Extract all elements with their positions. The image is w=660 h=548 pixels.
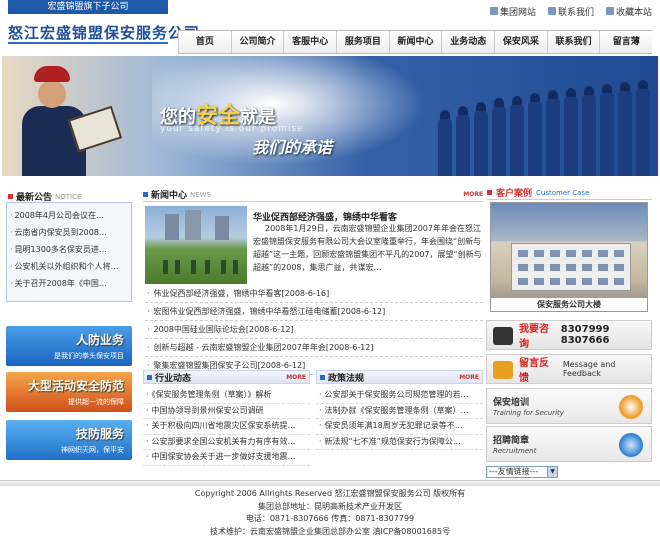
recruitment-box[interactable]: 招聘简章 Recruitment: [486, 426, 652, 462]
globe-icon: [619, 433, 643, 457]
news-more-link[interactable]: MORE: [463, 191, 483, 198]
nav-item-contact[interactable]: 联系我们: [546, 31, 600, 53]
message-feedback-box[interactable]: 留言反馈 Message and Feedback: [486, 354, 652, 384]
nav-item-news[interactable]: 新闻中心: [388, 31, 442, 53]
list-item[interactable]: 昆明1300多名保安员进…: [10, 241, 128, 258]
industry-list: 《保安服务管理条例（草案）》解析 中国协领导到景州保安公司调研 关于积极向四川省…: [143, 388, 310, 466]
news-feature-body: 2008年1月29日，云南宏盛锦盟企业集团2007年年会在怒江宏盛锦盟保安服务有…: [253, 224, 482, 272]
friend-links-select[interactable]: ---友情链接--- ▼: [486, 466, 558, 478]
service-civil-defense-button[interactable]: 人防业务 是我们的拳头保安项目: [6, 326, 132, 366]
nav-item-gallery[interactable]: 保安风采: [494, 31, 547, 53]
bullet-icon: [143, 192, 148, 197]
list-item[interactable]: 保安员须年满18周岁无犯罪记录等不…: [316, 419, 483, 435]
list-item[interactable]: 公安部要求全国公安机关有力有序有效…: [143, 435, 310, 450]
bullet-icon: [147, 374, 152, 380]
industry-more-link[interactable]: MORE: [286, 374, 306, 381]
bullet-icon: [320, 374, 325, 380]
list-item[interactable]: 《保安服务管理条例（草案）》解析: [143, 388, 310, 404]
pen-icon: [493, 361, 513, 379]
nav-item-business[interactable]: 业务动态: [441, 31, 495, 53]
policy-more-link[interactable]: MORE: [459, 374, 479, 381]
training-box[interactable]: 保安培训 Training for Security: [486, 388, 652, 424]
nav-item-home[interactable]: 首页: [178, 31, 231, 53]
list-item[interactable]: 公安机关以外组织和个人将…: [10, 258, 128, 275]
site-logo-text[interactable]: 怒江宏盛锦盟保安服务公司: [8, 22, 200, 43]
training-icon: [619, 395, 643, 419]
list-item[interactable]: 创新与超越 - 云南宏盛锦盟企业集团2007年年会[2008-6-12]: [145, 339, 483, 357]
list-item[interactable]: 2008年4月公司会议在…: [10, 207, 128, 224]
footer-support: 技术维护：云南宏盛锦盟企业集团总部办公室 滇ICP备08001685号: [209, 526, 451, 536]
news-header: 新闻中心 NEWS MORE: [143, 188, 483, 202]
footer-address: 集团总部地址：昆明高新技术产业开发区: [258, 501, 402, 511]
home-icon: [490, 7, 498, 15]
top-links: 集团网站 联系我们 收藏本站: [490, 3, 655, 19]
case-caption: 保安服务公司大楼: [491, 298, 647, 311]
industry-header: 行业动态 MORE: [143, 370, 310, 384]
hero-banner: 您的安全就是 your safety is our promise 我们的承诺: [2, 56, 658, 176]
troops-illustration: [432, 80, 656, 176]
footer-copyright: Copyright 2006 Allrights Reserved 怒江宏盛锦盟…: [194, 489, 466, 498]
bullet-icon: [8, 194, 13, 199]
news-feature-image[interactable]: [145, 206, 247, 284]
list-item[interactable]: 伟业促西部经济强盛，锦绣中华看客[2008-6-16]: [145, 285, 483, 303]
news-list: 伟业促西部经济强盛，锦绣中华看客[2008-6-16] 宏图伟业促西部经济强盛，…: [145, 285, 483, 375]
case-building-image[interactable]: 保安服务公司大楼: [490, 202, 648, 312]
list-item[interactable]: 中国协领导到景州保安公司调研: [143, 404, 310, 419]
service-tech-defense-button[interactable]: 技防服务 神网织天网，保平安: [6, 420, 132, 460]
nav-item-services[interactable]: 服务项目: [336, 31, 389, 53]
main-nav: 首页 公司简介 客服中心 服务项目 新闻中心 业务动态 保安风采 联系我们 留言…: [178, 30, 653, 54]
list-item[interactable]: 新法规“七不准”规范保安行为保障公…: [316, 435, 483, 450]
top-link-favorite[interactable]: 收藏本站: [606, 3, 652, 19]
list-item[interactable]: 关于积极向四川省地震灾区保安系统提…: [143, 419, 310, 435]
footer-phone: 电话：0871-8307666 传真：0871-8307799: [245, 514, 415, 523]
list-item[interactable]: 2008中国硅业国际论坛会[2008-6-12]: [145, 321, 483, 339]
hotline-box[interactable]: 我要咨询 8307999 8307666: [486, 320, 652, 350]
list-item[interactable]: 云南省内保安员到2008…: [10, 224, 128, 241]
footer: Copyright 2006 Allrights Reserved 怒江宏盛锦盟…: [0, 488, 660, 538]
footer-divider: [0, 480, 660, 486]
home-icon: [606, 7, 615, 15]
nav-item-guestbook[interactable]: 留言薄: [599, 31, 653, 53]
list-item[interactable]: 公安部关于保安服务公司规范管理的若…: [316, 388, 483, 404]
logo-underline: [8, 42, 168, 44]
phone-icon: [493, 327, 513, 345]
latest-notice-list: 2008年4月公司会议在… 云南省内保安员到2008… 昆明1300多名保安员进…: [6, 202, 132, 302]
list-item[interactable]: 中国保安协会关于进一步做好支援地震…: [143, 450, 310, 466]
chevron-down-icon: ▼: [547, 467, 557, 477]
nav-item-service-center[interactable]: 客服中心: [283, 31, 337, 53]
top-link-contact[interactable]: 联系我们: [548, 3, 594, 19]
top-link-group[interactable]: 集团网站: [490, 3, 536, 19]
service-event-security-button[interactable]: 大型活动安全防范 提供超一流的保障: [6, 372, 132, 412]
nav-item-about[interactable]: 公司简介: [230, 31, 284, 53]
bullet-icon: [487, 190, 492, 195]
list-item[interactable]: 关于召开2008年《中国…: [10, 275, 128, 292]
list-item[interactable]: 宏图伟业促西部经济强盛，锦绣中华看怒江硅电储蓄[2008-6-12]: [145, 303, 483, 321]
banner-slogan-en: your safety is our promise: [160, 124, 304, 134]
home-icon: [548, 7, 557, 15]
policy-header: 政策法规 MORE: [316, 370, 483, 384]
parent-company-tag: 宏盛锦盟旗下子公司: [8, 0, 168, 14]
case-header: 客户案例 Customer Case: [487, 186, 652, 200]
banner-promise: 我们的承诺: [252, 138, 333, 157]
list-item[interactable]: 法制办就《保安服务管理条例（草案）…: [316, 404, 483, 419]
policy-list: 公安部关于保安服务公司规范管理的若… 法制办就《保安服务管理条例（草案）… 保安…: [316, 388, 483, 450]
